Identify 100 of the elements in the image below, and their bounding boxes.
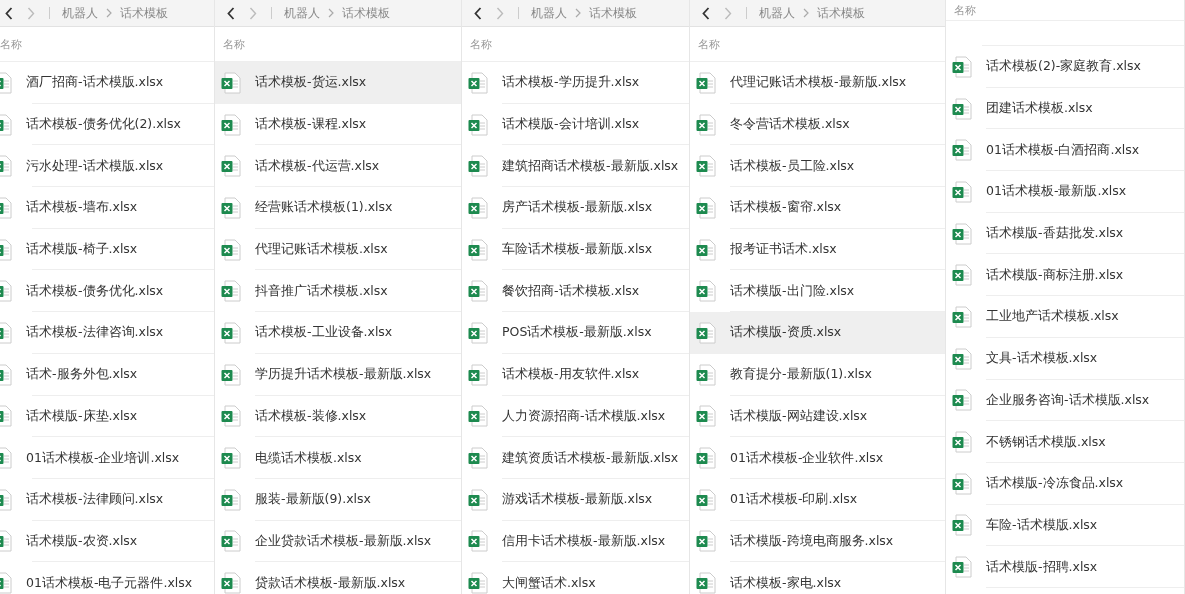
file-name: 代理记账话术模板-最新版.xlsx [730, 74, 907, 92]
file-row[interactable]: 话术模版-招聘.xlsx [946, 546, 1184, 588]
file-row[interactable]: 建筑资质话术模板-最新版.xlsx [462, 437, 689, 479]
file-row[interactable]: 冬令营话术模板.xlsx [690, 103, 945, 146]
file-row[interactable]: 代理记账话术模板-最新版.xlsx [690, 62, 945, 104]
file-row[interactable]: 代理记账话术模板.xlsx [215, 228, 461, 271]
file-row[interactable]: 话术模板-法律顾问.xlsx [0, 478, 214, 521]
file-row[interactable]: 企业贷款话术模板-最新版.xlsx [215, 520, 461, 563]
file-row[interactable]: 工业地产话术模板.xlsx [946, 296, 1184, 338]
file-row[interactable]: 话术模版-商标注册.xlsx [946, 254, 1184, 297]
file-row[interactable]: 车险-话术模版.xlsx [946, 504, 1184, 547]
spreadsheet-file-icon [221, 447, 241, 470]
file-row[interactable]: 01话术模板-企业软件.xlsx [690, 437, 945, 479]
file-row[interactable]: 话术模板-学历提升.xlsx [462, 62, 689, 104]
file-name: 话术模版-会计培训.xlsx [502, 116, 640, 134]
file-name: 抖音推广话术模板.xlsx [255, 282, 388, 300]
file-row[interactable]: 抖音推广话术模板.xlsx [215, 270, 461, 313]
spreadsheet-file-icon [952, 97, 972, 120]
file-name: 话术模板-代运营.xlsx [255, 157, 380, 175]
file-row[interactable]: 01话术模板-印刷.xlsx [690, 478, 945, 521]
file-row[interactable]: 01话术模板-最新版.xlsx [946, 171, 1184, 213]
spreadsheet-file-icon [696, 530, 716, 553]
file-row[interactable]: 话术模版-农资.xlsx [0, 520, 214, 563]
file-row[interactable]: 教育提分-最新版(1).xlsx [690, 353, 945, 396]
spreadsheet-file-icon [468, 238, 488, 261]
back-icon[interactable] [227, 6, 235, 20]
file-row[interactable]: 话术模版-网站建设.xlsx [690, 395, 945, 438]
file-name: 话术模板-债务优化(2).xlsx [26, 116, 181, 134]
file-row[interactable]: 话术模板-用友软件.xlsx [462, 353, 689, 396]
spreadsheet-file-icon [952, 180, 972, 203]
file-row[interactable]: 学历提升话术模板-最新版.xlsx [215, 353, 461, 396]
file-row[interactable]: 话术模板(2)-家庭教育.xlsx [946, 46, 1184, 88]
back-icon[interactable] [5, 6, 13, 20]
file-row[interactable]: 污水处理-话术模版.xlsx [0, 145, 214, 188]
file-row[interactable]: 话术模板-墙布.xlsx [0, 187, 214, 229]
file-name: 话术模板-工业设备.xlsx [255, 324, 393, 342]
file-name: 话术模板-窗帘.xlsx [730, 199, 842, 217]
file-name: 话术模板-员工险.xlsx [730, 157, 855, 175]
file-row[interactable]: POS话术模板-最新版.xlsx [462, 312, 689, 354]
file-row[interactable]: 话术模版-跨境电商服务.xlsx [690, 520, 945, 563]
spreadsheet-file-icon [952, 389, 972, 412]
file-row[interactable]: 话术模版-冷冻食品.xlsx [946, 462, 1184, 505]
spreadsheet-file-icon [696, 488, 716, 511]
file-name: 冬令营话术模板.xlsx [730, 116, 850, 134]
file-row[interactable]: 信用卡话术模板-最新版.xlsx [462, 520, 689, 563]
file-name: 话术模板-货运.xlsx [255, 74, 367, 92]
file-name: 01话术模板-最新版.xlsx [986, 183, 1127, 201]
file-row[interactable]: 话术模板-债务优化.xlsx [0, 270, 214, 313]
file-row[interactable]: 人力资源招商-话术模版.xlsx [462, 395, 689, 438]
file-row[interactable]: 话术模板-课程.xlsx [215, 103, 461, 146]
file-name: 代理记账话术模板.xlsx [255, 241, 388, 259]
spreadsheet-file-icon [696, 321, 716, 344]
file-row[interactable]: 话术-服务外包.xlsx [0, 353, 214, 396]
file-row[interactable]: 话术模板-代运营.xlsx [215, 145, 461, 188]
spreadsheet-file-icon [952, 472, 972, 495]
file-row[interactable]: 01话术模板-白酒招商.xlsx [946, 129, 1184, 172]
file-row[interactable]: 话术模版-香菇批发.xlsx [946, 212, 1184, 255]
spreadsheet-file-icon [696, 155, 716, 178]
back-icon[interactable] [474, 6, 482, 20]
file-row[interactable]: 话术模版-资质.xlsx [690, 312, 945, 354]
file-row[interactable]: 团建话术模板.xlsx [946, 87, 1184, 130]
file-row[interactable]: 话术模板-法律咨询.xlsx [0, 312, 214, 354]
file-row[interactable]: 车险话术模板-最新版.xlsx [462, 228, 689, 271]
file-row[interactable]: 游戏话术模板-最新版.xlsx [462, 478, 689, 521]
file-row[interactable]: 话术模版-出门险.xlsx [690, 270, 945, 313]
spreadsheet-file-icon [696, 363, 716, 386]
file-row[interactable]: 企业服务咨询-话术模版.xlsx [946, 379, 1184, 422]
spreadsheet-file-icon [696, 405, 716, 428]
file-row[interactable]: 话术模板-工业设备.xlsx [215, 312, 461, 354]
file-row[interactable]: 报考证书话术.xlsx [690, 228, 945, 271]
file-row[interactable]: 酒厂招商-话术模版.xlsx [0, 62, 214, 104]
file-name: 话术模板-用友软件.xlsx [502, 366, 640, 384]
back-icon[interactable] [702, 6, 710, 20]
file-row[interactable]: 房产话术模板-最新版.xlsx [462, 187, 689, 229]
file-row[interactable]: 话术模板-员工险.xlsx [690, 145, 945, 188]
file-name: 工业地产话术模板.xlsx [986, 308, 1119, 326]
file-row[interactable]: 话术模板-债务优化(2).xlsx [0, 103, 214, 146]
file-row[interactable]: 01话术模板-企业培训.xlsx [0, 437, 214, 479]
file-row[interactable]: 话术模版-椅子.xlsx [0, 228, 214, 271]
file-name: 01话术模板-电子元器件.xlsx [26, 574, 193, 592]
chevron-icon [328, 8, 334, 18]
file-name: 话术-服务外包.xlsx [26, 366, 138, 384]
file-row[interactable]: 建筑招商话术模板-最新版.xlsx [462, 145, 689, 188]
file-row[interactable]: 餐饮招商-话术模板.xlsx [462, 270, 689, 313]
file-row[interactable]: 经营账话术模板(1).xlsx [215, 187, 461, 229]
file-row[interactable]: 话术模板-货运.xlsx [215, 62, 461, 104]
chevron-icon [803, 8, 809, 18]
file-row[interactable]: 电缆话术模板.xlsx [215, 437, 461, 479]
file-name: 车险-话术模版.xlsx [986, 516, 1098, 534]
file-row[interactable]: 文具-话术模板.xlsx [946, 337, 1184, 380]
file-row[interactable]: 话术模版-会计培训.xlsx [462, 103, 689, 146]
file-row[interactable]: 话术模版-床垫.xlsx [0, 395, 214, 438]
file-row[interactable]: 话术模板-装修.xlsx [215, 395, 461, 438]
spreadsheet-file-icon [468, 447, 488, 470]
file-row[interactable]: 服装-最新版(9).xlsx [215, 478, 461, 521]
file-row[interactable]: 话术模板-窗帘.xlsx [690, 187, 945, 229]
file-row[interactable]: 不锈钢话术模版.xlsx [946, 421, 1184, 463]
file-name: 话术模版-床垫.xlsx [26, 407, 138, 425]
file-name: 01话术模板-印刷.xlsx [730, 491, 858, 509]
spreadsheet-file-icon [468, 363, 488, 386]
